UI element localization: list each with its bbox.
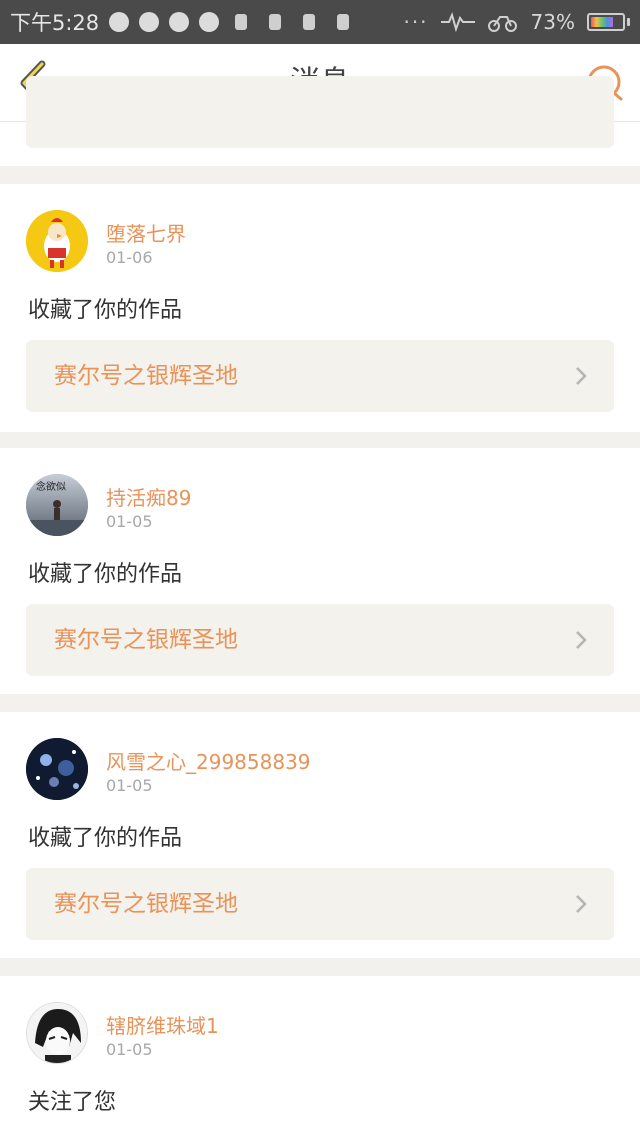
battery-icon [587,13,630,31]
action-text: 收藏了你的作品 [28,562,183,587]
rooster-avatar-icon [26,210,88,272]
status-left: 下午5:28 [10,7,355,37]
work-title: 赛尔号之银辉圣地 [54,363,238,389]
message-date: 01-05 [106,776,153,795]
message-card-partial [0,76,640,166]
message-card: 念欲似 持活痴89 01-05 收藏了你的作品 赛尔号之银辉圣地 [0,448,640,694]
message-card: 辖脐维珠域1 01-05 关注了您 [0,976,640,1138]
battery-percent: 73% [530,10,575,34]
action-text: 收藏了你的作品 [28,298,183,323]
username[interactable]: 持活痴89 [106,482,191,511]
work-link[interactable]: 赛尔号之银辉圣地 [26,340,614,412]
status-bar: 下午5:28 ··· 73% [0,0,640,44]
wechat-icon [139,12,160,32]
action-text: 关注了您 [28,1090,117,1115]
work-link-partial[interactable] [26,76,614,148]
work-link[interactable]: 赛尔号之银辉圣地 [26,868,614,940]
notification-icon [235,14,248,30]
status-right: ··· 73% [403,10,630,34]
username[interactable]: 堕落七界 [106,218,186,247]
avatar-overlay-text: 念欲似 [36,482,66,493]
username[interactable]: 风雪之心_299858839 [106,746,311,775]
globe-icon [109,12,130,32]
galaxy-avatar-icon [26,738,88,800]
chevron-right-icon [576,895,587,913]
anime-avatar-icon [27,1003,87,1063]
chevron-right-icon [576,631,587,649]
more-dots-icon: ··· [403,10,429,34]
work-link[interactable]: 赛尔号之银辉圣地 [26,604,614,676]
message-card: 堕落七界 01-06 收藏了你的作品 赛尔号之银辉圣地 [0,184,640,432]
avatar[interactable] [26,210,88,272]
status-time: 下午5:28 [10,11,100,35]
wechat-icon [169,12,190,32]
notification-icon [337,14,350,30]
chevron-right-icon [576,367,587,385]
globe-icon [199,12,220,32]
work-title: 赛尔号之银辉圣地 [54,891,238,917]
signal-pulse-icon [440,12,475,32]
message-date: 01-06 [106,248,153,267]
message-date: 01-05 [106,1040,153,1059]
battery-level [591,17,613,27]
notification-icon [269,14,282,30]
message-date: 01-05 [106,512,153,531]
avatar[interactable]: 念欲似 [26,474,88,536]
avatar[interactable] [26,738,88,800]
notification-icon [303,14,316,30]
work-title: 赛尔号之银辉圣地 [54,627,238,653]
action-text: 收藏了你的作品 [28,826,183,851]
bike-icon [487,16,517,32]
username[interactable]: 辖脐维珠域1 [106,1010,219,1039]
avatar[interactable] [26,1002,88,1064]
message-card: 风雪之心_299858839 01-05 收藏了你的作品 赛尔号之银辉圣地 [0,712,640,958]
